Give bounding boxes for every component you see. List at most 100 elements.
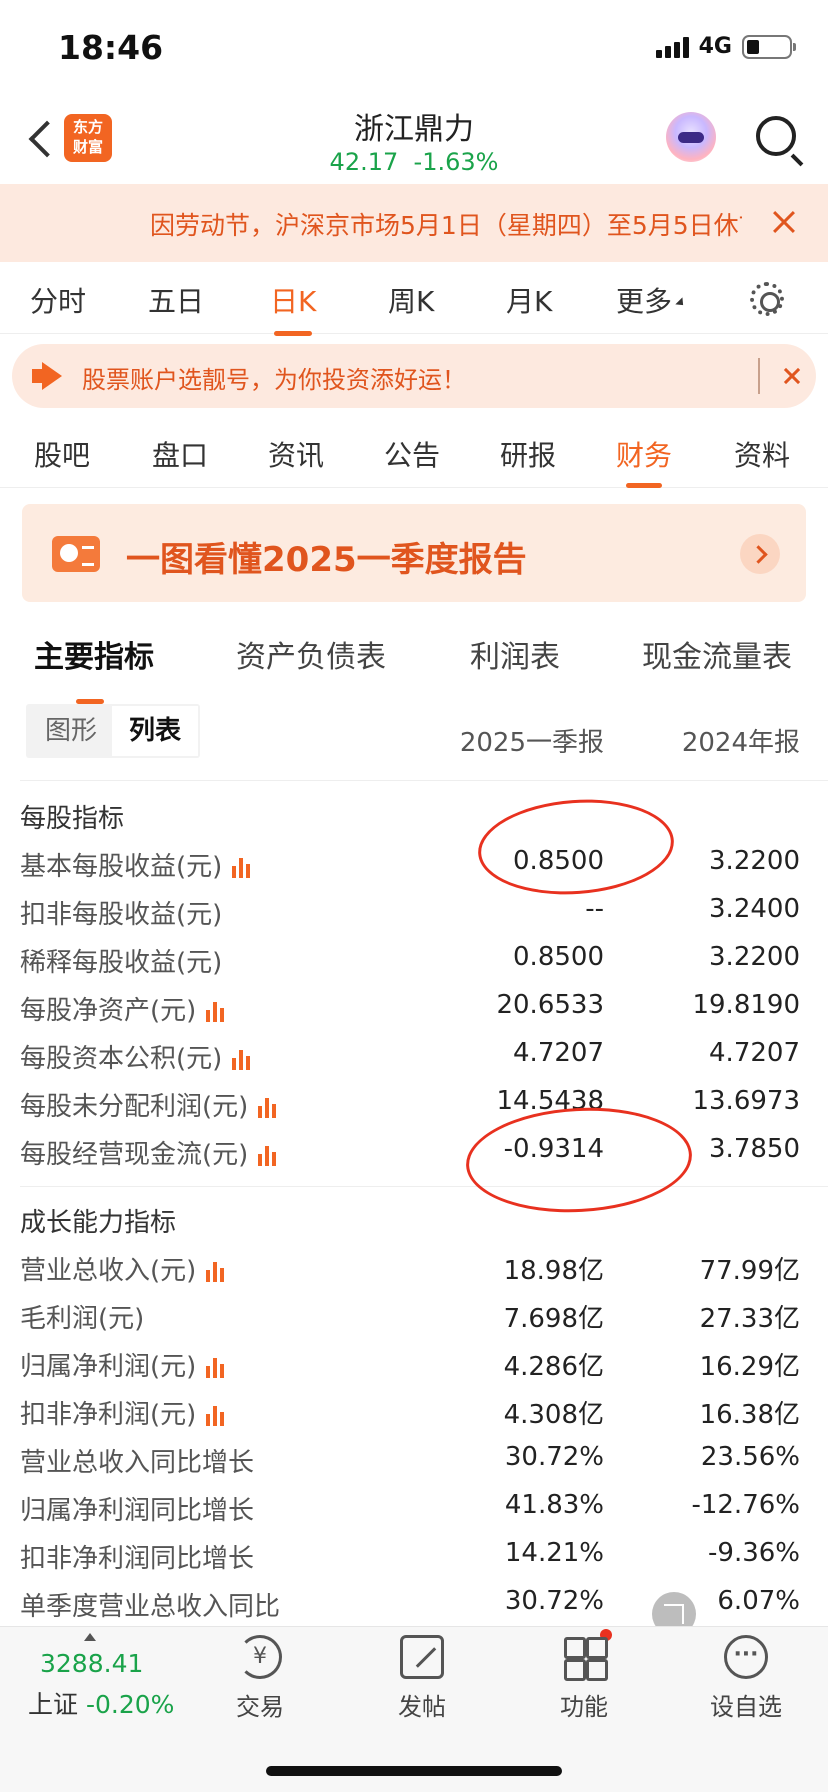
table-row[interactable]: 每股经营现金流(元) -0.9314 3.7850	[0, 1126, 828, 1174]
promo-banner[interactable]: 股票账户选靓号，为你投资添好运！	[12, 344, 816, 408]
network-label: 4G	[698, 34, 732, 59]
row-label: 每股未分配利润(元)	[20, 1092, 249, 1122]
tab-balance-sheet[interactable]: 资产负债表	[236, 632, 386, 676]
table-row[interactable]: 单季度营业总收入同比 30.72% 6.07%	[0, 1578, 828, 1626]
tab-research[interactable]: 研报	[500, 434, 556, 474]
tab-quote[interactable]: 盘口	[152, 434, 208, 474]
close-icon[interactable]	[770, 208, 798, 236]
tab-daily-k[interactable]: 日K	[270, 280, 316, 336]
table-row[interactable]: 扣非净利润同比增长 14.21% -9.36%	[0, 1530, 828, 1578]
tab-income-statement[interactable]: 利润表	[470, 632, 560, 676]
promo-text: 股票账户选靓号，为你投资添好运！	[82, 366, 466, 394]
assistant-avatar-icon[interactable]	[666, 112, 716, 162]
tab-news[interactable]: 资讯	[268, 434, 324, 474]
table-row[interactable]: 扣非每股收益(元) -- 3.2400	[0, 886, 828, 934]
row-value-q1: 18.98亿	[503, 1256, 604, 1286]
yuan-circle-icon	[238, 1635, 282, 1679]
bar-chart-icon[interactable]	[206, 1001, 228, 1022]
table-row[interactable]: 归属净利润同比增长 41.83% -12.76%	[0, 1482, 828, 1530]
row-value-fy: 19.8190	[692, 990, 800, 1020]
table-row[interactable]: 归属净利润(元) 4.286亿 16.29亿	[0, 1338, 828, 1386]
nav-functions[interactable]: 功能	[524, 1629, 644, 1722]
row-label: 扣非每股收益(元)	[20, 900, 223, 930]
bar-chart-icon[interactable]	[206, 1405, 228, 1426]
status-indicators: 4G	[655, 34, 796, 59]
table-row[interactable]: 稀释每股收益(元) 0.8500 3.2200	[0, 934, 828, 982]
nav-label: 发帖	[398, 1693, 446, 1721]
grid-icon	[562, 1629, 612, 1681]
tab-cash-flow[interactable]: 现金流量表	[642, 632, 792, 676]
close-icon[interactable]	[782, 366, 802, 386]
tab-weekly-k[interactable]: 周K	[388, 280, 434, 320]
expand-up-icon[interactable]	[84, 1633, 96, 1641]
tab-more[interactable]: 更多	[616, 280, 687, 320]
row-value-q1: 4.286亿	[503, 1352, 604, 1382]
list-view-button[interactable]: 列表	[112, 706, 198, 756]
row-value-fy: 16.29亿	[699, 1352, 800, 1382]
section-title: 成长能力指标	[20, 1208, 177, 1238]
table-row[interactable]: 营业总收入同比增长 30.72% 23.56%	[0, 1434, 828, 1482]
index-summary[interactable]: 上证 -0.20%	[28, 1685, 174, 1721]
tab-monthly-k[interactable]: 月K	[506, 280, 552, 320]
stock-price: 42.17	[329, 148, 399, 176]
nav-add-watchlist[interactable]: 设自选	[686, 1635, 806, 1722]
table-row[interactable]: 营业总收入(元) 18.98亿 77.99亿	[0, 1242, 828, 1290]
row-value-q1: 4.308亿	[503, 1400, 604, 1430]
chevron-right-icon[interactable]	[740, 534, 780, 574]
nav-trade[interactable]: 交易	[200, 1635, 320, 1722]
home-indicator[interactable]	[266, 1766, 562, 1776]
view-toggle: 图形 列表	[26, 704, 200, 758]
financial-tabs: 主要指标 资产负债表 利润表 现金流量表	[0, 618, 828, 704]
row-value-fy: 4.7207	[709, 1038, 800, 1068]
table-row[interactable]: 基本每股收益(元) 0.8500 3.2200	[0, 838, 828, 886]
index-value[interactable]: 3288.41	[40, 1649, 143, 1678]
row-label: 归属净利润(元)	[20, 1352, 197, 1382]
tab-forum[interactable]: 股吧	[34, 434, 90, 474]
status-time: 18:46	[58, 28, 164, 67]
table-row[interactable]: 每股资本公积(元) 4.7207 4.7207	[0, 1030, 828, 1078]
tab-finance[interactable]: 财务	[616, 434, 672, 488]
index-change: -0.20%	[85, 1690, 175, 1719]
row-label: 扣非净利润(元)	[20, 1400, 197, 1430]
search-icon[interactable]	[756, 116, 796, 156]
nav-label: 功能	[560, 1693, 608, 1721]
row-label: 单季度营业总收入同比	[20, 1592, 281, 1622]
row-value-fy: 3.7850	[709, 1134, 800, 1164]
row-value-q1: 4.7207	[513, 1038, 604, 1068]
bar-chart-icon[interactable]	[206, 1357, 228, 1378]
table-row[interactable]: 每股未分配利润(元) 14.5438 13.6973	[0, 1078, 828, 1126]
banner-title: 一图看懂2025一季度报告	[126, 540, 527, 580]
stock-header: 东方 财富 浙江鼎力 42.17 -1.63%	[0, 96, 828, 184]
row-value-q1: 41.83%	[504, 1490, 604, 1520]
section-title: 每股指标	[20, 804, 125, 834]
table-row[interactable]: 每股净资产(元) 20.6533 19.8190	[0, 982, 828, 1030]
bar-chart-icon[interactable]	[206, 1261, 228, 1282]
row-value-fy: 6.07%	[717, 1586, 800, 1616]
period-tabs: 分时 五日 日K 周K 月K 更多	[0, 262, 828, 336]
row-label: 每股净资产(元)	[20, 996, 197, 1026]
tab-key-indicators[interactable]: 主要指标	[34, 632, 154, 704]
bar-chart-icon[interactable]	[258, 1097, 280, 1118]
bar-chart-icon[interactable]	[232, 1049, 254, 1070]
row-value-fy: 3.2200	[709, 846, 800, 876]
nav-post[interactable]: 发帖	[362, 1635, 482, 1722]
row-value-q1: 0.8500	[513, 942, 604, 972]
row-label: 基本每股收益(元)	[20, 852, 223, 882]
stock-change: -1.63%	[413, 148, 499, 176]
row-label: 扣非净利润同比增长	[20, 1544, 255, 1574]
tab-five-day[interactable]: 五日	[148, 280, 204, 320]
row-label: 归属净利润同比增长	[20, 1496, 255, 1526]
tab-announcements[interactable]: 公告	[384, 434, 440, 474]
bar-chart-icon[interactable]	[258, 1145, 280, 1166]
edit-icon	[400, 1635, 444, 1679]
tab-intraday[interactable]: 分时	[30, 280, 86, 320]
table-row[interactable]: 毛利润(元) 7.698亿 27.33亿	[0, 1290, 828, 1338]
gear-icon[interactable]	[750, 282, 784, 316]
row-value-fy: -9.36%	[708, 1538, 800, 1568]
report-banner[interactable]: 一图看懂2025一季度报告	[22, 504, 806, 602]
bar-chart-icon[interactable]	[232, 857, 254, 878]
table-row[interactable]: 扣非净利润(元) 4.308亿 16.38亿	[0, 1386, 828, 1434]
chart-view-button[interactable]: 图形	[28, 706, 114, 756]
row-label: 毛利润(元)	[20, 1304, 145, 1334]
tab-profile[interactable]: 资料	[734, 434, 790, 474]
